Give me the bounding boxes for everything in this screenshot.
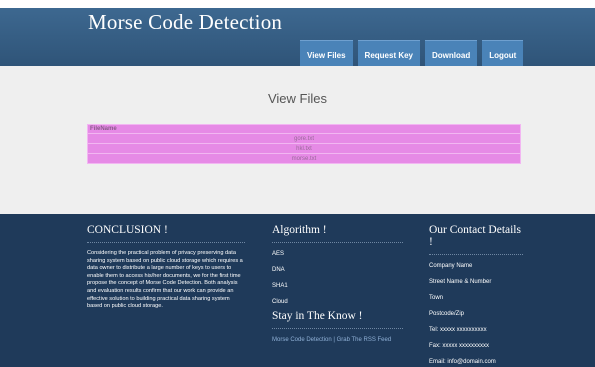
files-table: FileName gore.txt hkl.txt morse.txt <box>87 124 521 164</box>
contact-item: Tel: xxxxx xxxxxxxxxx <box>429 327 487 333</box>
algorithm-item: DNA <box>272 267 285 273</box>
algorithm-section: Algorithm ! AES DNA SHA1 Cloud Stay in T… <box>272 224 403 343</box>
contact-item: Postcode/Zip <box>429 311 465 317</box>
file-name-cell[interactable]: hkl.txt <box>87 143 521 154</box>
stay-in-the-know-title: Stay in The Know ! <box>272 310 403 329</box>
main-content: View Files FileName gore.txt hkl.txt mor… <box>0 66 595 214</box>
link-separator: | <box>333 337 335 343</box>
footer-links: Morse Code Detection | Grab The RSS Feed <box>272 337 403 343</box>
table-row[interactable]: gore.txt <box>87 133 521 144</box>
file-name-cell[interactable]: morse.txt <box>87 153 521 164</box>
site-footer: CONCLUSION ! Considering the practical p… <box>0 214 595 367</box>
table-row[interactable]: hkl.txt <box>87 143 521 154</box>
top-strip <box>0 0 595 8</box>
contact-title: Our Contact Details ! <box>429 224 523 255</box>
algorithm-title: Algorithm ! <box>272 224 403 243</box>
filename-column-header: FileName <box>87 124 521 134</box>
site-title: Morse Code Detection <box>88 10 283 34</box>
contact-item: Street Name & Number <box>429 279 492 285</box>
conclusion-section: CONCLUSION ! Considering the practical p… <box>87 224 245 311</box>
site-header: Morse Code Detection View Files Request … <box>0 8 595 70</box>
morse-code-detection-link[interactable]: Morse Code Detection <box>272 337 332 343</box>
algorithm-item: AES <box>272 251 285 257</box>
algorithm-item: SHA1 <box>272 283 288 289</box>
contact-item: Town <box>429 295 444 301</box>
conclusion-title: CONCLUSION ! <box>87 224 245 243</box>
contact-section: Our Contact Details ! Company Name Stree… <box>429 224 523 367</box>
conclusion-text: Considering the practical problem of pri… <box>87 250 243 310</box>
table-header-row: FileName <box>87 124 521 134</box>
page-title: View Files <box>267 91 327 106</box>
contact-item: Company Name <box>429 263 473 269</box>
rss-feed-link[interactable]: Grab The RSS Feed <box>337 337 392 343</box>
table-row[interactable]: morse.txt <box>87 153 521 164</box>
file-name-cell[interactable]: gore.txt <box>87 133 521 144</box>
contact-item: Fax: xxxxx xxxxxxxxxx <box>429 343 490 349</box>
contact-item: Email: info@domain.com <box>429 359 496 365</box>
